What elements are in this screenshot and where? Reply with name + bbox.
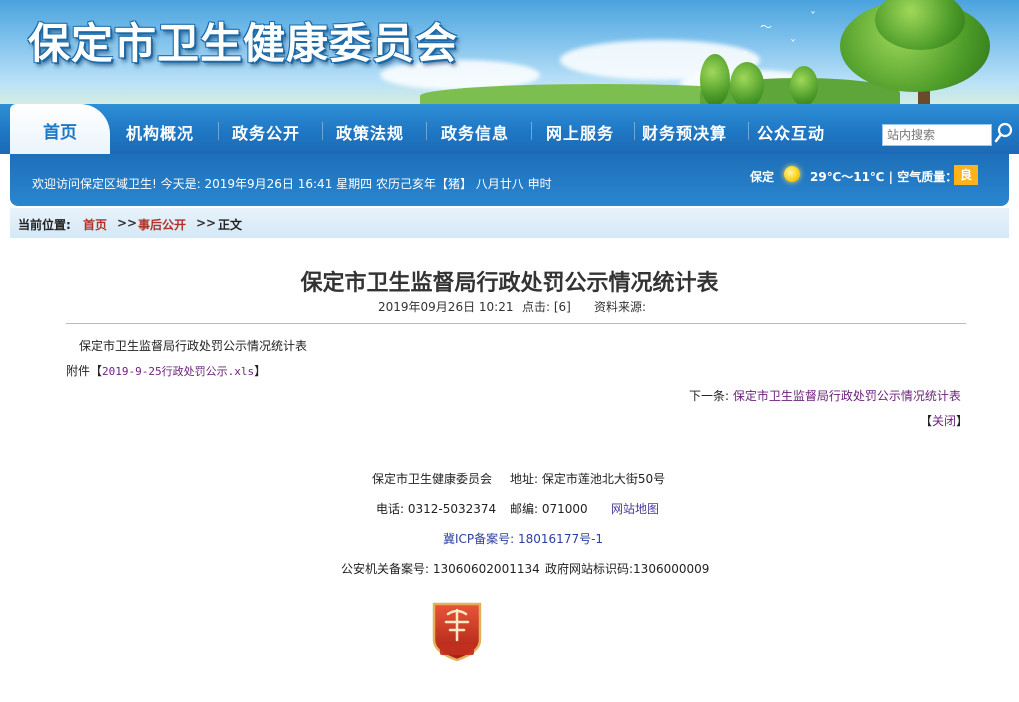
divider bbox=[66, 323, 966, 324]
nav-item-policy-regulations[interactable]: 政策法规 bbox=[336, 120, 404, 144]
article-title: 保定市卫生监督局行政处罚公示情况统计表 bbox=[300, 270, 719, 296]
breadcrumb-current: 正文 bbox=[218, 218, 243, 232]
footer-address: 地址: 保定市莲池北大街50号 bbox=[510, 472, 666, 486]
attachment-bracket: 】 bbox=[254, 364, 267, 378]
close-bracket: 】 bbox=[956, 414, 969, 428]
next-article-link[interactable]: 保定市卫生监督局行政处罚公示情况统计表 bbox=[733, 389, 961, 403]
article-clicks: 点击: [6] bbox=[522, 300, 571, 314]
party-gov-agency-badge-icon[interactable] bbox=[430, 600, 484, 662]
footer-org: 保定市卫生健康委员会 bbox=[372, 472, 493, 486]
footer-gov-site-id: 政府网站标识码:1306000009 bbox=[545, 562, 710, 576]
footer-postcode: 邮编: 071000 bbox=[510, 502, 588, 516]
close-bracket: 【 bbox=[920, 414, 933, 428]
air-quality-label: | 空气质量： bbox=[888, 170, 958, 184]
article-body: 保定市卫生监督局行政处罚公示情况统计表 bbox=[79, 339, 308, 353]
close-row: 【关闭】 bbox=[920, 412, 968, 429]
next-article-label: 下一条: bbox=[689, 389, 730, 403]
close-link[interactable]: 关闭 bbox=[932, 414, 956, 428]
sun-icon bbox=[784, 166, 800, 182]
site-banner: 〜 ˇ ˇ ˇ 保定市卫生健康委员会 bbox=[0, 0, 1019, 108]
breadcrumb-separator: >> bbox=[196, 216, 217, 230]
welcome-text: 欢迎访问保定区域卫生! 今天是: 2019年9月26日 16:41 星期四 农历… bbox=[32, 177, 552, 191]
breadcrumb-separator: >> bbox=[117, 216, 138, 230]
footer-sitemap-link[interactable]: 网站地图 bbox=[611, 500, 659, 517]
nav-home-tab[interactable]: 首页 bbox=[10, 104, 110, 154]
attachment-link[interactable]: 2019-9-25行政处罚公示.xls bbox=[102, 365, 254, 378]
next-article-row: 下一条: 保定市卫生监督局行政处罚公示情况统计表 bbox=[689, 387, 961, 404]
main-nav: 首页 机构概况 政务公开 政策法规 政务信息 网上服务 财务预决算 公众互动 bbox=[0, 104, 1019, 154]
attachment-row: 附件【2019-9-25行政处罚公示.xls】 bbox=[66, 362, 266, 379]
nav-item-finance-budget[interactable]: 财务预决算 bbox=[642, 120, 727, 144]
footer-icp-link[interactable]: 冀ICP备案号: 18016177号-1 bbox=[443, 530, 603, 547]
nav-home-label: 首页 bbox=[43, 123, 77, 143]
search-icon[interactable] bbox=[994, 122, 1014, 144]
nav-item-org-overview[interactable]: 机构概况 bbox=[126, 120, 194, 144]
weather-city: 保定 bbox=[750, 170, 775, 184]
breadcrumb-after-disclosure-link[interactable]: 事后公开 bbox=[138, 216, 186, 233]
search-input[interactable] bbox=[882, 124, 992, 146]
air-quality-badge: 良 bbox=[954, 165, 978, 185]
footer-phone: 电话: 0312-5032374 bbox=[376, 502, 497, 516]
nav-item-online-services[interactable]: 网上服务 bbox=[546, 120, 614, 144]
weather-temperature: 29℃～11℃ | 空气质量： bbox=[810, 168, 957, 185]
attachment-label: 附件【 bbox=[66, 364, 103, 378]
nav-item-gov-info[interactable]: 政务信息 bbox=[441, 120, 509, 144]
breadcrumb-home-link[interactable]: 首页 bbox=[83, 216, 107, 233]
footer-police-record: 公安机关备案号: 13060602001134 bbox=[341, 562, 540, 576]
article-date: 2019年09月26日 10:21 bbox=[378, 300, 514, 314]
nav-item-public-interaction[interactable]: 公众互动 bbox=[757, 120, 825, 144]
breadcrumb-label: 当前位置: bbox=[18, 218, 71, 232]
temperature-value: 29℃～11℃ bbox=[810, 170, 885, 184]
site-title: 保定市卫生健康委员会 bbox=[28, 19, 459, 68]
nav-item-gov-affairs-public[interactable]: 政务公开 bbox=[232, 120, 300, 144]
article-source: 资料来源: bbox=[594, 300, 647, 314]
